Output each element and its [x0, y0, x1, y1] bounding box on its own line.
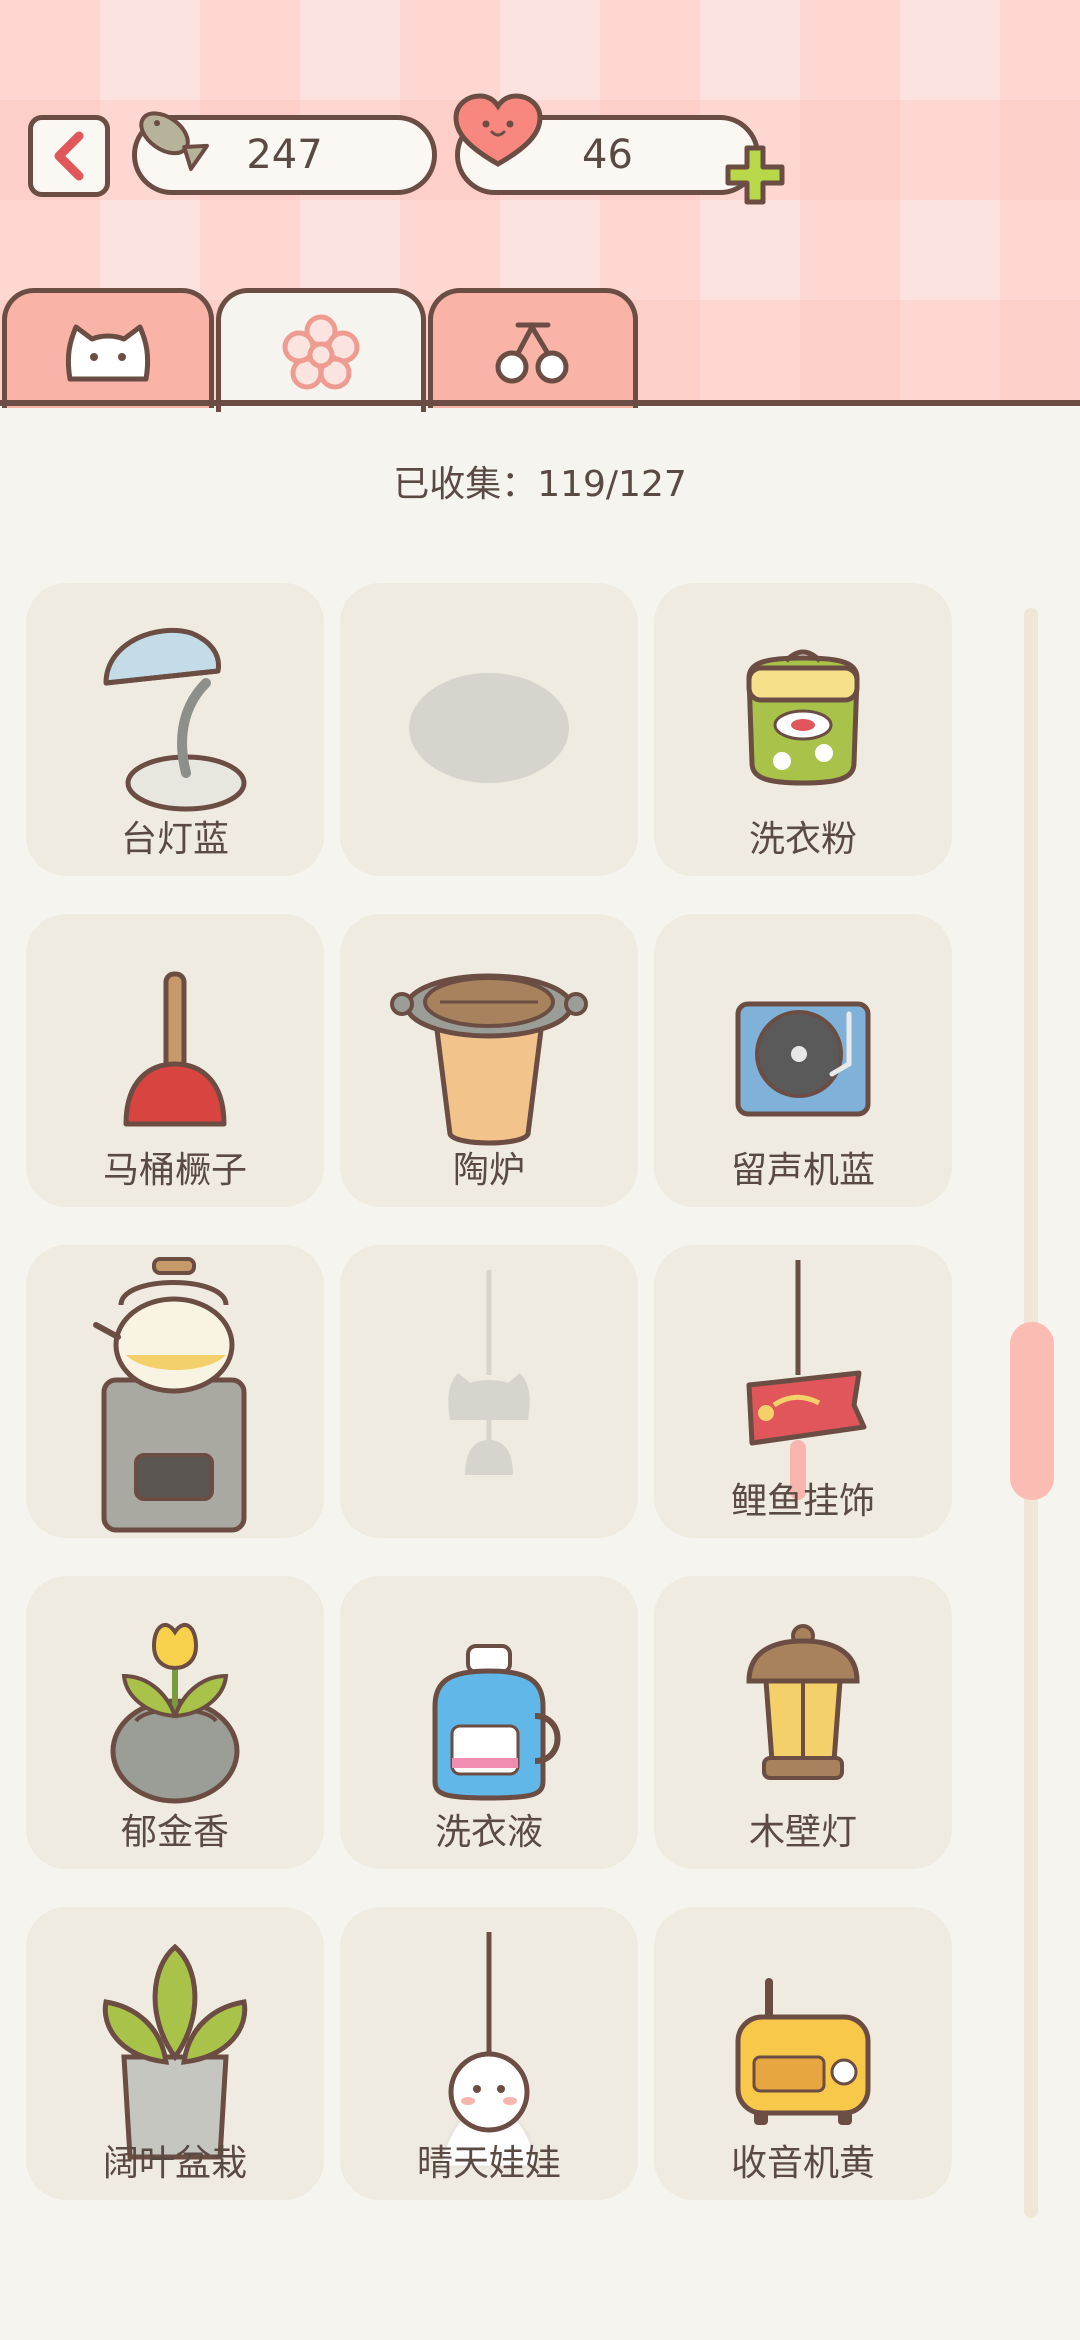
- item-label: 马桶橛子: [102, 1150, 247, 1191]
- item-card-locked[interactable]: [340, 1245, 638, 1538]
- item-label: 洗衣粉: [748, 819, 857, 860]
- back-arrow-icon: [54, 131, 84, 181]
- add-hearts-button[interactable]: [722, 142, 788, 208]
- scrollbar-thumb[interactable]: [1010, 1322, 1054, 1500]
- item-card[interactable]: 洗衣粉: [654, 583, 952, 876]
- item-label: 陶炉: [452, 1150, 525, 1191]
- heart-icon: [453, 93, 543, 167]
- cherry-icon: [495, 321, 569, 383]
- fish-count: 247: [246, 132, 323, 178]
- item-card-locked[interactable]: [340, 583, 638, 876]
- item-card[interactable]: 洗衣液: [340, 1576, 638, 1869]
- tab-cats[interactable]: [2, 288, 214, 408]
- item-card[interactable]: 阔叶盆栽: [26, 1907, 324, 2200]
- item-card[interactable]: 鲤鱼挂饰: [654, 1245, 952, 1538]
- tab-furniture[interactable]: [216, 288, 426, 412]
- item-label: 台灯蓝: [120, 819, 229, 860]
- item-card[interactable]: 马桶橛子: [26, 914, 324, 1207]
- item-card[interactable]: 台灯蓝: [26, 583, 324, 876]
- item-card[interactable]: 收音机黄: [654, 1907, 952, 2200]
- item-label: 阔叶盆栽: [102, 2143, 247, 2184]
- tab-food[interactable]: [428, 288, 638, 408]
- category-tabs: [0, 288, 1080, 412]
- item-card[interactable]: 木壁灯: [654, 1576, 952, 1869]
- item-label: 留声机蓝: [730, 1150, 875, 1191]
- collected-count: 已收集：119/127: [393, 464, 687, 505]
- item-card[interactable]: [26, 1245, 324, 1538]
- item-label: 鲤鱼挂饰: [730, 1481, 875, 1522]
- item-card[interactable]: 留声机蓝: [654, 914, 952, 1207]
- item-card[interactable]: 郁金香: [26, 1576, 324, 1869]
- heart-count: 46: [582, 132, 633, 178]
- kettle-stove-icon: [93, 1257, 247, 1533]
- locked-item-silhouette: [409, 673, 569, 783]
- tab-divider: [0, 400, 1080, 406]
- item-grid: 台灯蓝 洗衣粉 马桶橛子 陶炉 留声机蓝 鲤鱼挂饰 郁金香 洗衣液 木壁灯 阔叶…: [26, 583, 952, 2200]
- fish-icon: [139, 111, 209, 171]
- cat-face-icon: [65, 324, 151, 381]
- item-label: 晴天娃娃: [416, 2143, 561, 2184]
- item-label: 洗衣液: [434, 1812, 543, 1853]
- flower-icon: [282, 314, 360, 389]
- item-card[interactable]: 晴天娃娃: [340, 1907, 638, 2200]
- item-label: 收音机黄: [730, 2143, 875, 2184]
- item-label: 木壁灯: [748, 1812, 857, 1853]
- item-card[interactable]: 陶炉: [340, 914, 638, 1207]
- back-button[interactable]: [28, 115, 110, 197]
- item-label: 郁金香: [120, 1812, 229, 1853]
- locked-wind-chime-silhouette: [448, 1270, 530, 1475]
